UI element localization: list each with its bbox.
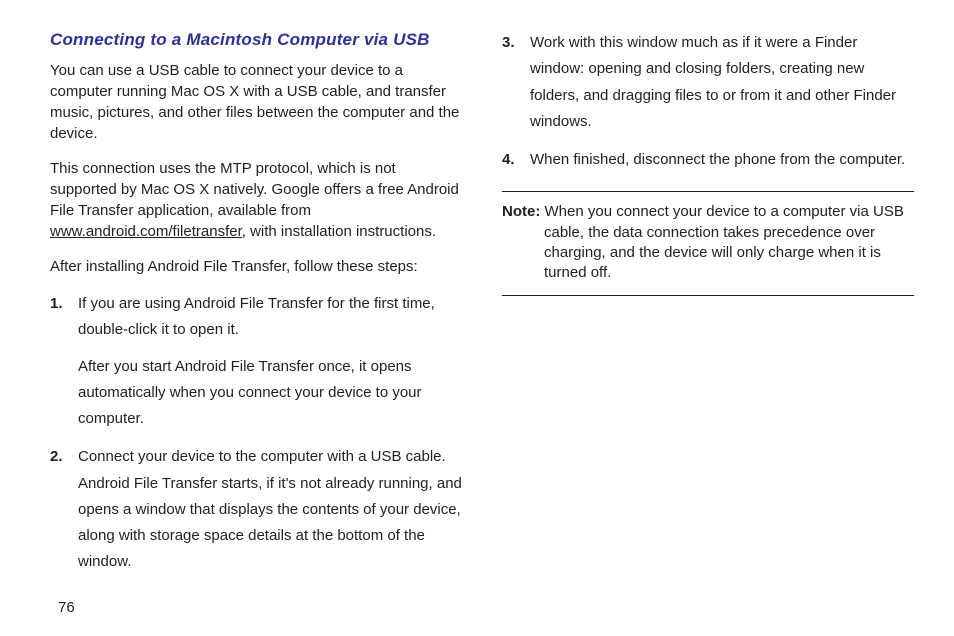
right-column: 3. Work with this window much as if it w… [502, 30, 914, 588]
android-filetransfer-link[interactable]: www.android.com/filetransfer [50, 223, 242, 240]
step-4-text: When finished, disconnect the phone from… [530, 151, 905, 168]
section-heading: Connecting to a Macintosh Computer via U… [50, 30, 462, 50]
steps-list-right: 3. Work with this window much as if it w… [502, 30, 914, 173]
note-block: Note: When you connect your device to a … [502, 191, 914, 296]
step-1-subtext: After you start Android File Transfer on… [78, 354, 462, 433]
para2-post: , with installation instructions. [242, 223, 436, 240]
step-4: 4. When finished, disconnect the phone f… [530, 147, 914, 173]
page-columns: Connecting to a Macintosh Computer via U… [50, 30, 914, 588]
step-3: 3. Work with this window much as if it w… [530, 30, 914, 135]
step-3-text: Work with this window much as if it were… [530, 34, 896, 130]
step-1: 1. If you are using Android File Transfe… [78, 291, 462, 432]
step-2-number: 2. [50, 444, 63, 470]
intro-paragraph-3: After installing Android File Transfer, … [50, 256, 462, 277]
step-1-number: 1. [50, 291, 63, 317]
step-1-text: If you are using Android File Transfer f… [78, 295, 435, 338]
para2-pre: This connection uses the MTP protocol, w… [50, 160, 459, 219]
note-label: Note: [502, 203, 540, 220]
step-4-number: 4. [502, 147, 515, 173]
page-number: 76 [58, 599, 75, 616]
intro-paragraph-1: You can use a USB cable to connect your … [50, 60, 462, 144]
left-column: Connecting to a Macintosh Computer via U… [50, 30, 462, 588]
intro-paragraph-2: This connection uses the MTP protocol, w… [50, 158, 462, 242]
step-2: 2. Connect your device to the computer w… [78, 444, 462, 575]
note-body: Note: When you connect your device to a … [502, 202, 914, 283]
note-text: When you connect your device to a comput… [540, 203, 904, 281]
step-2-text: Connect your device to the computer with… [78, 448, 462, 570]
steps-list-left: 1. If you are using Android File Transfe… [50, 291, 462, 576]
step-3-number: 3. [502, 30, 515, 56]
